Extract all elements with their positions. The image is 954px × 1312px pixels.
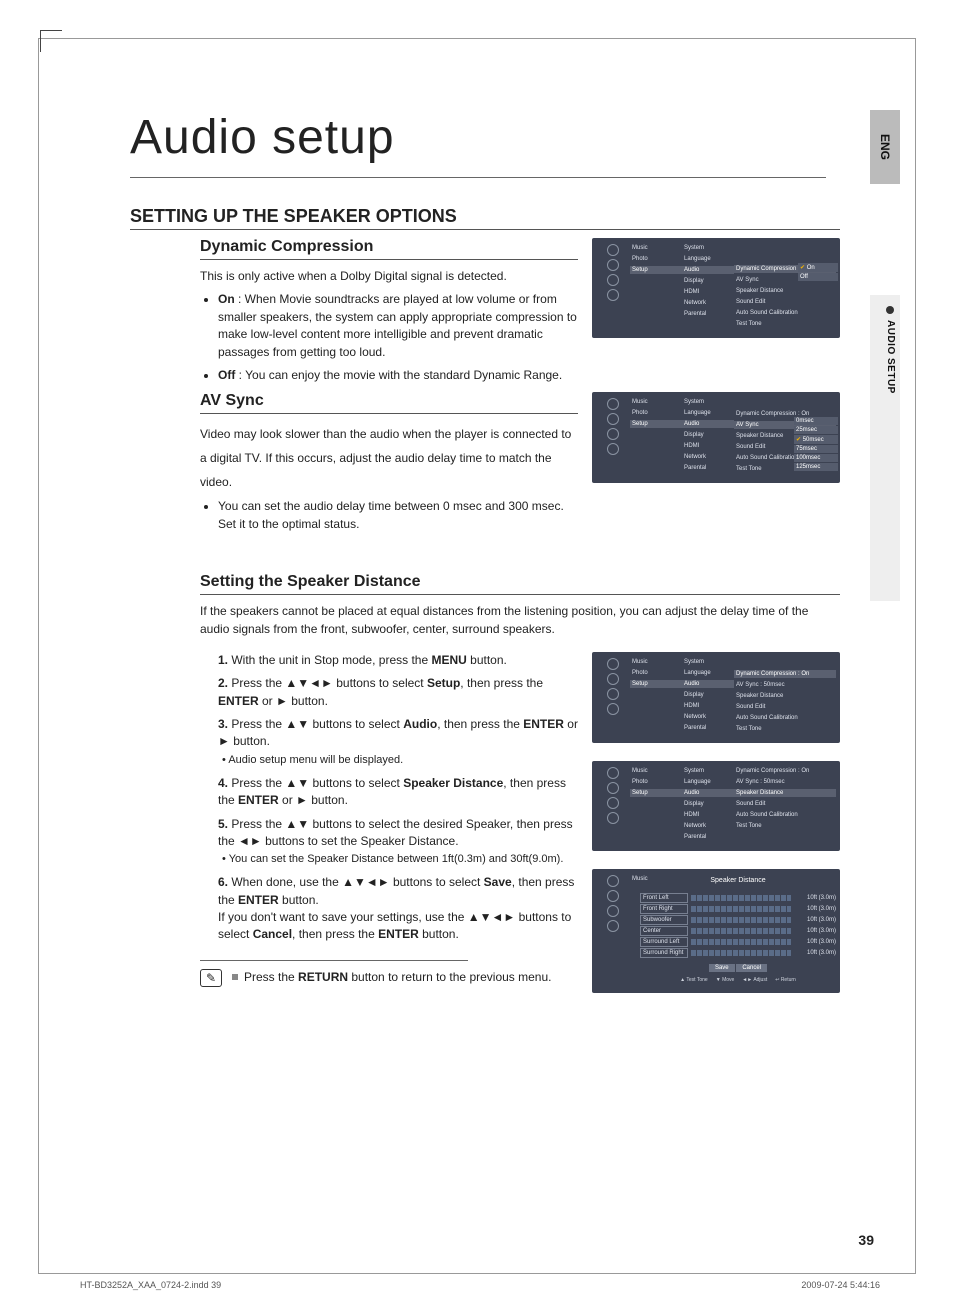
sd-heading: Setting the Speaker Distance: [200, 573, 840, 595]
sd-step5: 5. Press the ▲▼ buttons to select the de…: [218, 816, 578, 869]
footer-file: HT-BD3252A_XAA_0724-2.indd 39: [80, 1280, 221, 1290]
sd-step6: 6. When done, use the ▲▼◄► buttons to se…: [218, 874, 578, 944]
dc-lead: This is only active when a Dolby Digital…: [200, 268, 578, 285]
av-heading: AV Sync: [200, 392, 578, 414]
section-heading: SETTING UP THE SPEAKER OPTIONS: [130, 206, 840, 227]
page-number: 39: [858, 1232, 874, 1248]
screenshot-sd3: Music Speaker Distance Front Left10ft (3…: [592, 869, 840, 993]
sd-step2: 2. Press the ▲▼◄► buttons to select Setu…: [218, 675, 578, 710]
sd-step3: 3. Press the ▲▼ buttons to select Audio,…: [218, 716, 578, 769]
note-icon: ✎: [200, 969, 222, 987]
sd-step4: 4. Press the ▲▼ buttons to select Speake…: [218, 775, 578, 810]
note: ✎ Press the RETURN button to return to t…: [200, 969, 578, 987]
screenshot-dc: MusicPhotoSetup SystemLanguage AudioDisp…: [592, 238, 840, 338]
av-li: You can set the audio delay time between…: [218, 498, 578, 533]
dc-off: Off : You can enjoy the movie with the s…: [218, 367, 578, 384]
screenshot-av: MusicPhotoSetup SystemLanguage AudioDisp…: [592, 392, 840, 483]
footer-stamp: 2009-07-24 5:44:16: [801, 1280, 880, 1290]
footer: HT-BD3252A_XAA_0724-2.indd 39 2009-07-24…: [80, 1280, 880, 1290]
tab-eng: ENG: [870, 110, 900, 184]
screenshot-sd1: MusicPhotoSetup SystemLanguage AudioDisp…: [592, 652, 840, 743]
sd-step1: 1. With the unit in Stop mode, press the…: [218, 652, 578, 669]
screenshot-sd2: MusicPhotoSetup SystemLanguage AudioDisp…: [592, 761, 840, 851]
sd-lead: If the speakers cannot be placed at equa…: [200, 603, 840, 638]
tab-section: AUDIO SETUP: [876, 306, 896, 394]
page-title: Audio setup: [130, 110, 840, 165]
dc-heading: Dynamic Compression: [200, 238, 578, 260]
bullet-icon: [886, 306, 894, 314]
av-para: Video may look slower than the audio whe…: [200, 422, 578, 494]
dc-on: On : When Movie soundtracks are played a…: [218, 291, 578, 361]
